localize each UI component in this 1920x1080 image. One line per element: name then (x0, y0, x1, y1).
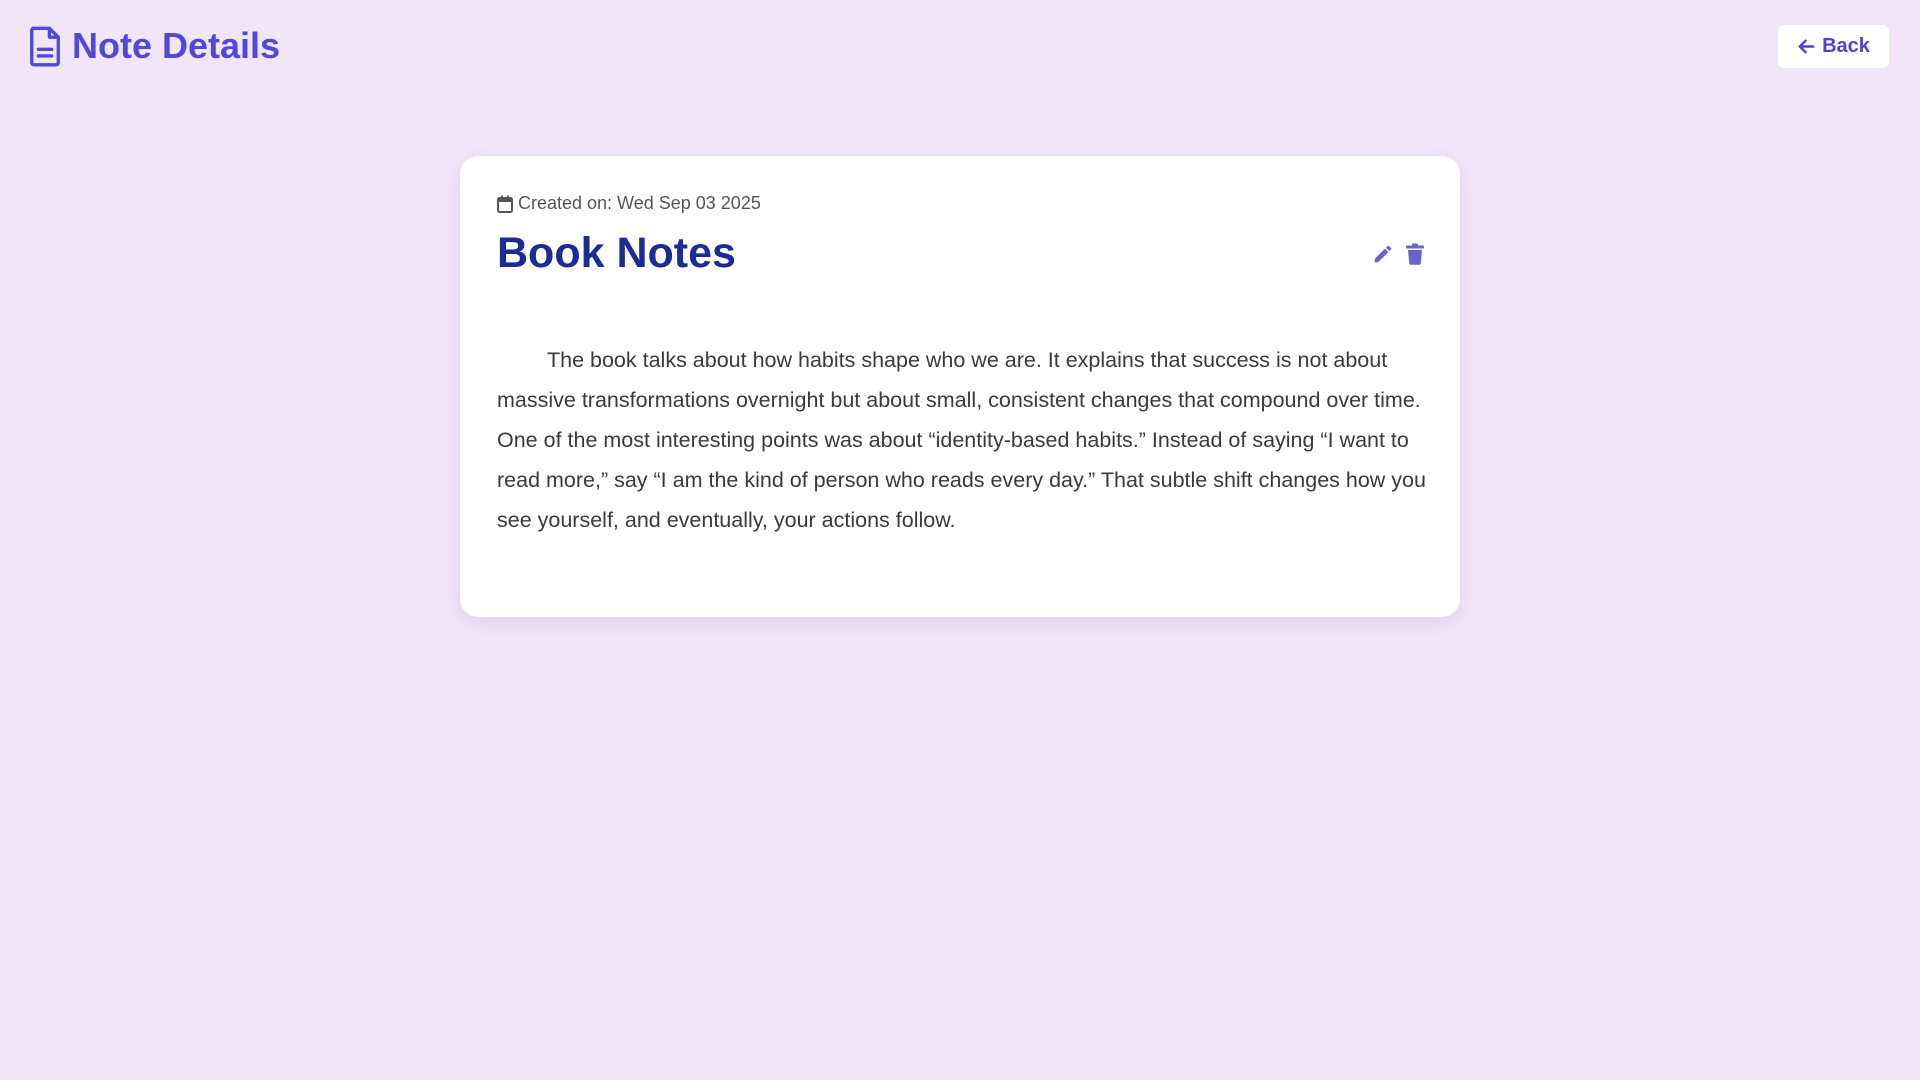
created-date-text: Created on: Wed Sep 03 2025 (518, 193, 761, 213)
document-icon (28, 25, 62, 67)
back-button-label: Back (1822, 35, 1870, 57)
note-actions (1372, 242, 1426, 266)
app-header: Note Details Back (0, 0, 1920, 92)
note-card: Created on: Wed Sep 03 2025 Book Notes T… (460, 156, 1460, 617)
edit-button[interactable] (1372, 242, 1394, 266)
calendar-icon (497, 195, 513, 213)
edit-icon (1374, 245, 1392, 263)
arrow-left-icon (1797, 37, 1816, 56)
created-date: Created on: Wed Sep 03 2025 (497, 193, 761, 214)
trash-icon (1406, 243, 1424, 265)
page-title: Note Details (72, 25, 281, 66)
delete-button[interactable] (1404, 242, 1426, 266)
note-title: Book Notes (497, 229, 736, 277)
back-button[interactable]: Back (1778, 25, 1889, 68)
brand: Note Details (28, 24, 280, 68)
note-body: The book talks about how habits shape wh… (497, 348, 1426, 532)
